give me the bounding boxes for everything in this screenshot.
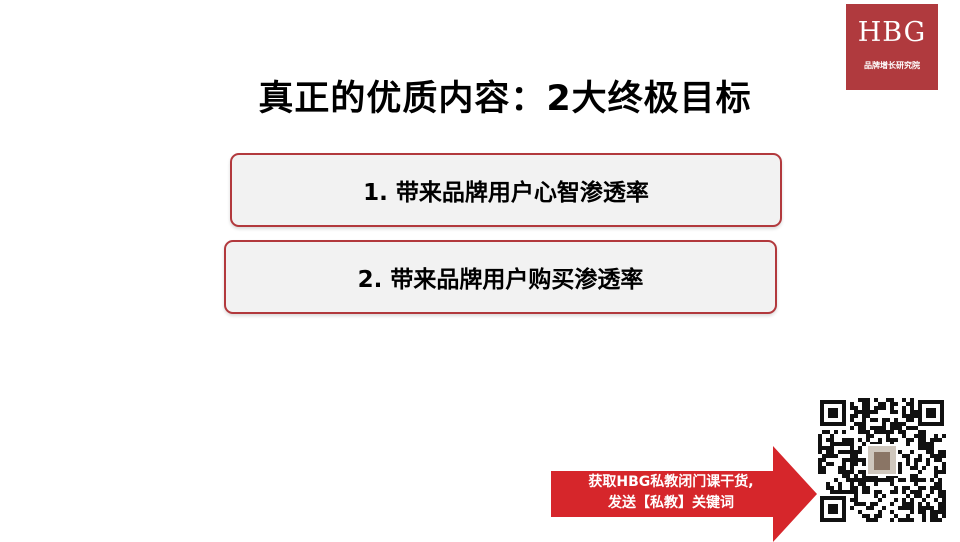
goal-label-2: 2. 带来品牌用户购买渗透率 [357,267,644,293]
goal-box-1: 1. 带来品牌用户心智渗透率 [230,153,782,227]
cta-line-1: 获取HBG私教闭门课干货, [588,474,754,490]
goal-label-1: 1. 带来品牌用户心智渗透率 [363,180,649,206]
qr-code-icon [818,398,946,524]
cta-arrow-banner: 获取HBG私教闭门课干货, 发送【私教】关键词 [551,446,817,542]
logo-mark: HBG [857,17,927,48]
cta-line-2: 发送【私教】关键词 [608,495,734,511]
slide-title: 真正的优质内容：2大终极目标 [258,79,752,119]
goal-box-2: 2. 带来品牌用户购买渗透率 [224,240,777,314]
